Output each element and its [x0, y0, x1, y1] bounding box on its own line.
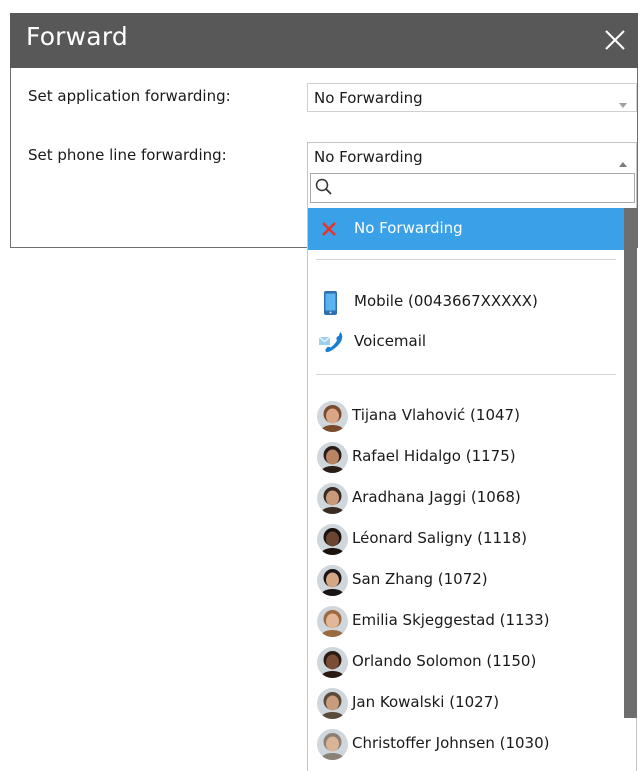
search-box[interactable] [310, 173, 635, 203]
option-label: Voicemail [354, 332, 427, 350]
divider [316, 259, 616, 260]
contact-label: San Zhang (1072) [352, 570, 488, 588]
search-input[interactable] [335, 177, 629, 201]
contact-label: Orlando Solomon (1150) [352, 652, 537, 670]
contact-label: Christoffer Johnsen (1030) [352, 734, 550, 752]
avatar [317, 565, 348, 596]
dialog-title: Forward [26, 22, 128, 51]
contact-label: Emilia Skjeggestad (1133) [352, 611, 550, 629]
contact-label: Aradhana Jaggi (1068) [352, 488, 521, 506]
avatar [317, 524, 348, 555]
contact-item[interactable]: Aradhana Jaggi (1068) [308, 478, 626, 518]
red-x-icon [320, 220, 338, 238]
contact-item[interactable]: Jan Kowalski (1027) [308, 683, 626, 723]
option-no-forwarding[interactable]: No Forwarding [308, 208, 626, 250]
option-voicemail[interactable]: Voicemail [308, 322, 626, 362]
dialog-titlebar: Forward [10, 13, 638, 68]
mobile-phone-icon [318, 290, 342, 315]
phone-line-forwarding-select[interactable]: No Forwarding [307, 142, 637, 172]
contact-item[interactable]: Léonard Saligny (1118) [308, 519, 626, 559]
contact-item[interactable]: Tijana Vlahović (1047) [308, 396, 626, 436]
contact-item[interactable]: Christoffer Johnsen (1030) [308, 724, 626, 764]
contact-item[interactable]: Rafael Hidalgo (1175) [308, 437, 626, 477]
divider [316, 374, 616, 375]
contact-item[interactable]: Emilia Skjeggestad (1133) [308, 601, 626, 641]
phone-line-forwarding-label: Set phone line forwarding: [28, 146, 227, 164]
contact-label: Jan Kowalski (1027) [352, 693, 500, 711]
application-forwarding-select[interactable]: No Forwarding [307, 83, 637, 112]
option-label: Mobile (0043667XXXXX) [354, 292, 538, 310]
avatar [317, 483, 348, 514]
application-forwarding-label: Set application forwarding: [28, 87, 231, 105]
contact-label: Tijana Vlahović (1047) [352, 406, 520, 424]
avatar [317, 729, 348, 760]
contact-item[interactable]: San Zhang (1072) [308, 560, 626, 600]
close-icon[interactable] [600, 25, 630, 55]
scrollbar-thumb[interactable] [624, 208, 637, 718]
contact-item[interactable]: Orlando Solomon (1150) [308, 642, 626, 682]
option-mobile[interactable]: Mobile (0043667XXXXX) [308, 282, 626, 322]
voicemail-icon [318, 330, 343, 354]
avatar [317, 647, 348, 678]
avatar [317, 688, 348, 719]
avatar [317, 606, 348, 637]
forwarding-dropdown-list: No Forwarding Mobile (0043667XXXXX) Voic… [307, 171, 637, 771]
search-icon [314, 177, 334, 197]
phone-line-forwarding-value: No Forwarding [314, 148, 423, 166]
avatar [317, 442, 348, 473]
chevron-down-icon [618, 95, 628, 108]
avatar [317, 401, 348, 432]
contact-label: Rafael Hidalgo (1175) [352, 447, 516, 465]
application-forwarding-value: No Forwarding [314, 89, 423, 107]
contact-label: Léonard Saligny (1118) [352, 529, 527, 547]
chevron-up-icon [618, 154, 628, 167]
option-label: No Forwarding [354, 219, 463, 237]
